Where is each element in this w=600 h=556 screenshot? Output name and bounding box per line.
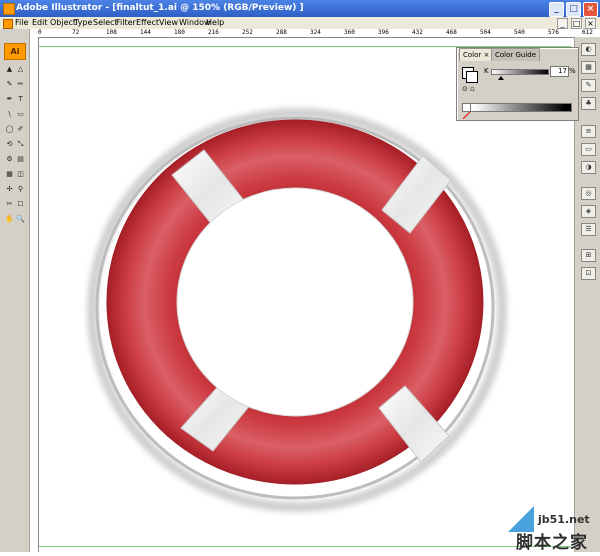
k-value-input[interactable]: 17 — [550, 66, 569, 77]
k-slider-track[interactable] — [491, 69, 549, 75]
color-ramp[interactable] — [462, 103, 572, 112]
k-unit-label: % — [569, 67, 576, 75]
ruler-label: 108 — [106, 29, 117, 36]
brushes-panel-icon[interactable]: ✎ — [581, 79, 596, 92]
k-channel-label: K — [484, 67, 489, 75]
tool-14-icon[interactable]: ▦ — [5, 170, 14, 178]
align-panel-icon[interactable]: ⊞ — [581, 249, 596, 262]
tool-3-icon[interactable]: ✏ — [16, 80, 25, 88]
tool-16-icon[interactable]: ✢ — [5, 185, 14, 193]
doc-close-button[interactable]: × — [585, 18, 596, 29]
color-panel-icon[interactable]: ◐ — [581, 43, 596, 56]
tool-19-icon[interactable]: ☐ — [16, 200, 25, 208]
swatches-panel-icon[interactable]: ▦ — [581, 61, 596, 74]
site-watermark: jb51.net 脚本之家 — [508, 506, 600, 553]
tool-17-icon[interactable]: ⚲ — [16, 185, 25, 193]
ai-logo: Ai — [4, 43, 26, 60]
transparency-panel-icon[interactable]: ◑ — [581, 161, 596, 174]
ruler-label: 576 — [548, 29, 559, 36]
ruler-label: 288 — [276, 29, 287, 36]
gradient-panel-icon[interactable]: ▭ — [581, 143, 596, 156]
minimize-button[interactable]: _ — [549, 2, 564, 17]
menu-select[interactable]: Select — [93, 17, 118, 29]
tool-20-icon[interactable]: ✋ — [5, 215, 14, 223]
ruler-label: 396 — [378, 29, 389, 36]
ruler-label: 360 — [344, 29, 355, 36]
illustrator-app-icon — [3, 3, 15, 15]
tool-18-icon[interactable]: ✂ — [5, 200, 14, 208]
watermark-cn: 脚本之家 — [516, 533, 588, 553]
ring-hole — [176, 187, 414, 417]
tool-21-icon[interactable]: 🔍 — [16, 215, 25, 223]
vertical-ruler[interactable] — [30, 37, 39, 552]
document-icon[interactable] — [3, 19, 13, 29]
tool-6-icon[interactable]: \ — [5, 110, 14, 118]
ruler-label: 504 — [480, 29, 491, 36]
window-title: Adobe Illustrator - [finaltut_1.ai @ 150… — [16, 3, 304, 13]
tool-15-icon[interactable]: ◫ — [16, 170, 25, 178]
tab-color-guide[interactable]: Color Guide — [491, 48, 541, 61]
graphic-styles-panel-icon[interactable]: ◈ — [581, 205, 596, 218]
out-of-gamut-icon[interactable]: ⊙ ▫ — [462, 85, 475, 93]
ruler-label: 540 — [514, 29, 525, 36]
tool-5-icon[interactable]: T — [16, 95, 25, 103]
ruler-label: 324 — [310, 29, 321, 36]
menu-file[interactable]: File — [15, 17, 28, 29]
menu-effect[interactable]: Effect — [136, 17, 159, 29]
ruler-label: 612 — [582, 29, 593, 36]
tool-13-icon[interactable]: ▤ — [16, 155, 25, 163]
layers-panel-icon[interactable]: ☰ — [581, 223, 596, 236]
ruler-label: 180 — [174, 29, 185, 36]
ruler-label: 252 — [242, 29, 253, 36]
transform-panel-icon[interactable]: ⊡ — [581, 267, 596, 280]
doc-minimize-button[interactable]: _ — [557, 18, 568, 29]
ruler-label: 468 — [446, 29, 457, 36]
tool-11-icon[interactable]: ⤡ — [16, 140, 25, 148]
color-panel: Color × Color Guide K 17 % ⊙ ▫ — [456, 47, 579, 121]
tool-4-icon[interactable]: ✒ — [5, 95, 14, 103]
menu-type[interactable]: Type — [74, 17, 92, 29]
guide-line-bottom[interactable] — [39, 546, 571, 547]
ruler-label: 72 — [72, 29, 80, 36]
tool-9-icon[interactable]: ✐ — [16, 125, 25, 133]
horizontal-ruler[interactable]: 0 72 108 144 180 216 252 288 324 360 396 432 468 504 5… — [30, 29, 600, 38]
stroke-panel-icon[interactable]: ≡ — [581, 125, 596, 138]
window-title-bar: Adobe Illustrator - [finaltut_1.ai @ 150… — [0, 0, 600, 17]
tool-10-icon[interactable]: ⟲ — [5, 140, 14, 148]
maximize-button[interactable]: □ — [566, 2, 581, 17]
tab-color[interactable]: Color × — [459, 48, 494, 61]
symbols-panel-icon[interactable]: ♣ — [581, 97, 596, 110]
menu-edit[interactable]: Edit — [32, 17, 48, 29]
close-button[interactable]: × — [583, 2, 598, 17]
tool-0-icon[interactable]: ▲ — [5, 65, 14, 73]
ruler-label: 432 — [412, 29, 423, 36]
tool-1-icon[interactable]: △ — [16, 65, 25, 73]
ruler-label: 144 — [140, 29, 151, 36]
tools-panel: Ai ▲ △ ✎ ✏ ✒ T \ ▭ ◯ ✐ ⟲ ⤡ ⚙ ▤ ▦ ◫ ✢ ⚲ ✂ ☐ ✋ 🔍 — [0, 29, 30, 552]
k-slider-thumb[interactable] — [498, 76, 504, 80]
menu-help[interactable]: Help — [206, 17, 224, 29]
tool-8-icon[interactable]: ◯ — [5, 125, 14, 133]
ruler-label: 0 — [38, 29, 42, 36]
tool-7-icon[interactable]: ▭ — [16, 110, 25, 118]
menu-object[interactable]: Object — [50, 17, 76, 29]
tab-color-guide-label: Color Guide — [495, 51, 537, 59]
watermark-domain: jb51.net — [538, 513, 590, 526]
tab-color-label: Color — [463, 51, 482, 59]
doc-restore-button[interactable]: □ — [571, 18, 582, 29]
menu-view[interactable]: View — [159, 17, 178, 29]
none-color-icon[interactable] — [462, 103, 471, 120]
stroke-swatch[interactable] — [466, 71, 478, 83]
appearance-panel-icon[interactable]: ◎ — [581, 187, 596, 200]
tool-12-icon[interactable]: ⚙ — [5, 155, 14, 163]
tool-2-icon[interactable]: ✎ — [5, 80, 14, 88]
ruler-label: 216 — [208, 29, 219, 36]
menu-filter[interactable]: Filter — [116, 17, 136, 29]
